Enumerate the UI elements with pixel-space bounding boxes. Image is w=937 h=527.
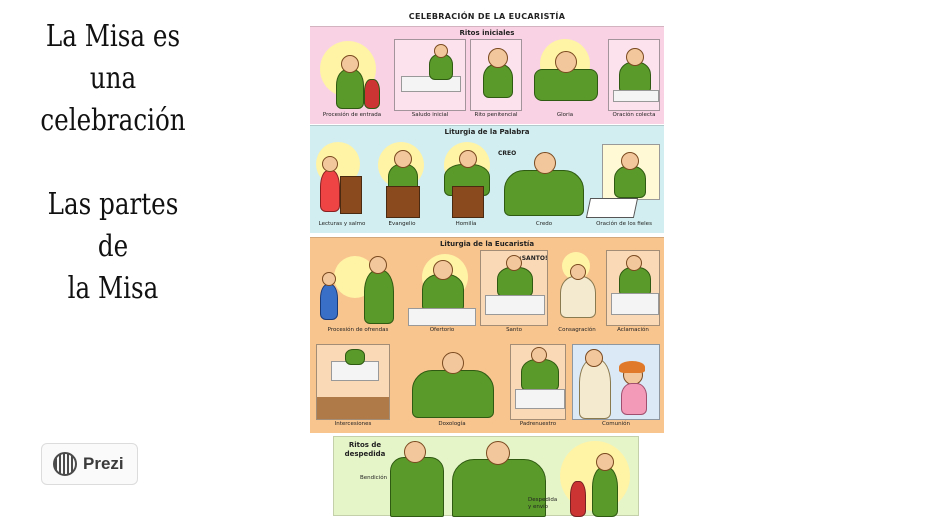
scene-lecturas: Lecturas y salmo — [314, 136, 370, 232]
subtitle-line-2: la Misa — [67, 271, 159, 306]
scene-procesion-entrada: Procesión de entrada — [314, 39, 390, 123]
priest-head — [404, 441, 426, 463]
slide-title: La Misa es una celebración — [35, 16, 191, 142]
priest-head — [486, 441, 510, 465]
scene-saludo-inicial: Saludo inicial — [394, 39, 466, 123]
caption: Rito penitencial — [474, 112, 518, 118]
scene-procesion-ofrendas: Procesión de ofrendas — [314, 250, 402, 338]
label-despedida: Despedida y envío — [528, 497, 558, 510]
scene-oracion-fieles: Oración de los fieles — [586, 136, 662, 232]
caption: Padrenuestro — [519, 421, 557, 427]
altar-server — [570, 481, 586, 517]
priest-blessing — [390, 457, 444, 517]
caption: Saludo inicial — [411, 112, 449, 118]
mass-poster: CELEBRACIÓN DE LA EUCARISTÍA Ritos inici… — [310, 10, 664, 433]
scene-oracion-colecta: Oración colecta — [608, 39, 660, 123]
scene-santo: ¡SANTO! Santo — [480, 250, 548, 338]
scene-ofertorio: Ofertorio — [406, 250, 478, 338]
scene-homilia: Homilía — [434, 136, 498, 232]
prezi-logo-text: Prezi — [83, 454, 124, 473]
caption: Oración colecta — [612, 112, 656, 118]
subtitle-line-1: Las partes de — [47, 187, 179, 264]
panel-title: Ritos iniciales — [459, 29, 515, 37]
slide-subtitle: Las partes de la Misa — [35, 184, 191, 310]
prezi-badge[interactable]: Prezi — [41, 443, 138, 485]
scene-comunion: Comunión — [572, 344, 660, 432]
scene-doxologia: Doxología — [398, 344, 506, 432]
panel-title: Liturgia de la Eucaristía — [439, 240, 535, 248]
scene-padrenuestro: Padrenuestro — [510, 344, 566, 432]
panel-ritos-despedida: Ritos de despedida Bendición Despedida y… — [333, 436, 639, 517]
caption: Santo — [506, 327, 522, 333]
panel-title: Liturgia de la Palabra — [444, 128, 530, 136]
speech-credo: CREO — [498, 150, 517, 157]
scene-intercesiones: Intercesiones — [316, 344, 390, 432]
caption: Procesión de entrada — [322, 112, 382, 118]
caption: Comunión — [602, 421, 630, 427]
label-bendicion: Bendición — [360, 475, 388, 481]
scene-credo: CREO Credo — [496, 136, 592, 232]
caption: Oración de los fieles — [596, 221, 652, 227]
scene-consagracion: Consagración — [552, 250, 602, 338]
scene-aclamacion: Aclamación — [606, 250, 660, 338]
scene-evangelio: Evangelio — [374, 136, 430, 232]
panel-ritos-iniciales: Ritos iniciales Procesión de entrada Sal… — [310, 26, 664, 124]
caption: Doxología — [438, 421, 466, 427]
speech-santo: ¡SANTO! — [519, 255, 548, 262]
caption: Lecturas y salmo — [318, 221, 366, 227]
caption: Ofertorio — [429, 327, 455, 333]
scene-rito-penitencial: Rito penitencial — [470, 39, 522, 123]
title-line-2: celebración — [40, 103, 186, 138]
caption: Consagración — [558, 327, 596, 333]
panel-liturgia-eucaristia: Liturgia de la Eucaristía Procesión de o… — [310, 237, 664, 433]
scene-gloria: Gloria — [528, 39, 602, 123]
poster-title: CELEBRACIÓN DE LA EUCARISTÍA — [408, 12, 566, 21]
caption: Evangelio — [388, 221, 416, 227]
priest-procession — [592, 467, 618, 517]
title-line-1: La Misa es una — [45, 19, 181, 96]
caption: Procesión de ofrendas — [327, 327, 389, 333]
caption: Intercesiones — [334, 421, 372, 427]
caption: Gloria — [556, 112, 574, 118]
priest-head — [596, 453, 614, 471]
panel-title: Ritos de despedida — [344, 441, 386, 458]
panel-liturgia-palabra: Liturgia de la Palabra Lecturas y salmo … — [310, 125, 664, 233]
caption: Aclamación — [617, 327, 649, 333]
prezi-logo-icon — [53, 452, 77, 476]
